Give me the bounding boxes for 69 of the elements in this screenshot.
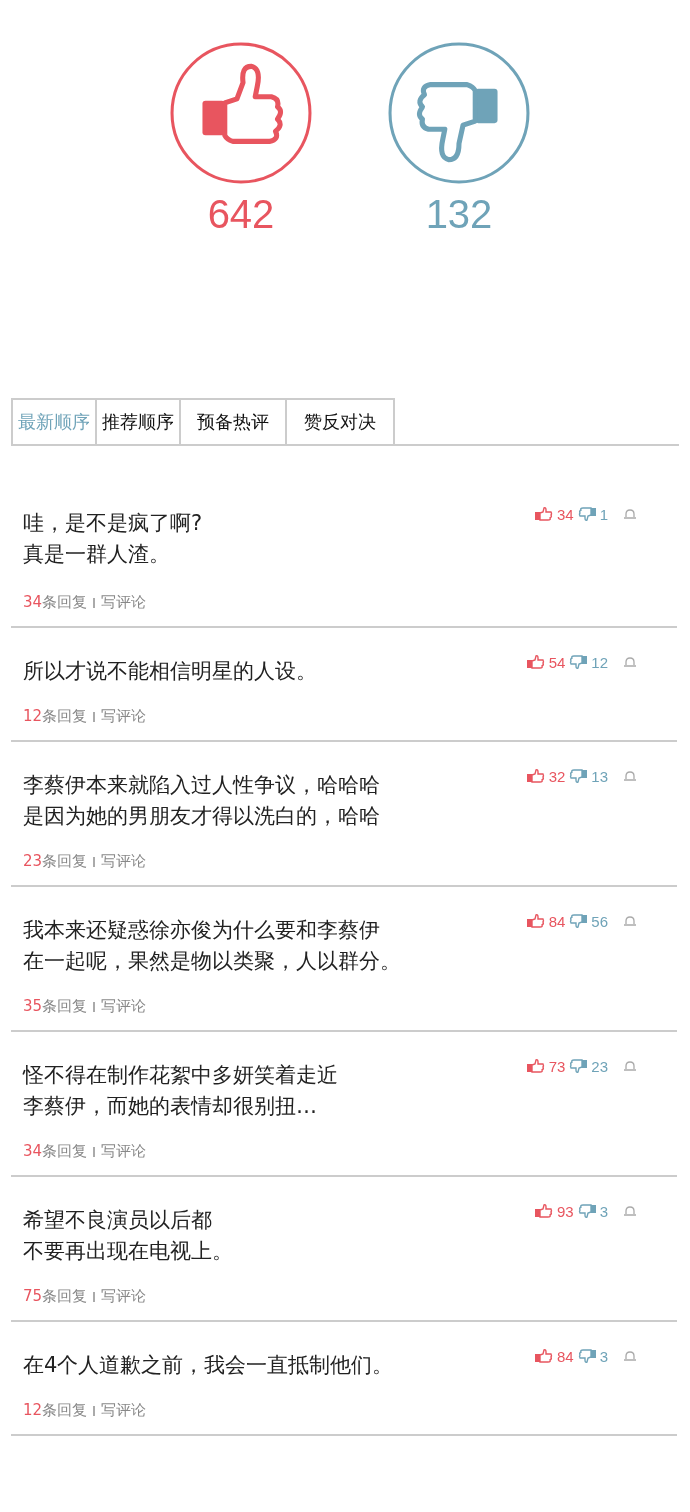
comment-line: 真是一群人渣。 [23,541,170,568]
thumbs-down-icon[interactable] [568,768,589,784]
dislike-count: 3 [599,1347,608,1365]
dislike-count: 1 [599,505,608,523]
write-comment-link[interactable]: 写评论 [101,593,147,612]
write-comment-link[interactable]: 写评论 [101,1401,147,1420]
thumbs-up-icon[interactable] [533,506,554,522]
comment-line: 在一起呢，果然是物以类聚，人以群分。 [23,948,401,975]
bell-icon[interactable] [623,771,637,781]
dislike-count: 56 [591,912,608,930]
sort-tab[interactable]: 最新顺序 [11,398,97,444]
reply-count[interactable]: 34条回复 [23,1142,88,1161]
comment-line: 哇，是不是疯了啊? [23,510,203,537]
dislike-count: 3 [599,1202,608,1220]
comment-line: 是因为她的男朋友才得以洗白的，哈哈 [23,803,380,830]
dislike-count: 132 [425,192,493,237]
like-count: 93 [556,1202,574,1220]
like-count: 84 [548,912,566,930]
comment-line: 李蔡伊本来就陷入过人性争议，哈哈哈 [23,772,380,799]
write-comment-link[interactable]: 写评论 [101,1142,147,1161]
comment-line: 怪不得在制作花絮中多妍笑着走近 [23,1062,338,1089]
thumbs-down-icon[interactable] [568,654,589,670]
bell-icon[interactable] [623,916,637,926]
reply-count[interactable]: 23条回复 [23,852,88,871]
sort-tab[interactable]: 赞反对决 [287,398,395,444]
bell-icon[interactable] [623,1206,637,1216]
sort-tab[interactable]: 预备热评 [181,398,287,444]
write-comment-link[interactable]: 写评论 [101,997,147,1016]
thumbs-down-icon[interactable] [568,913,589,929]
thumbs-up-icon[interactable] [533,1203,554,1219]
write-comment-link[interactable]: 写评论 [101,707,147,726]
comment-line: 不要再出现在电视上。 [23,1238,233,1265]
thumbs-up-icon[interactable] [525,654,546,670]
write-comment-link[interactable]: 写评论 [101,852,147,871]
reply-count[interactable]: 75条回复 [23,1287,88,1306]
like-count: 34 [556,505,574,523]
dislike-count: 12 [591,653,608,671]
bell-icon[interactable] [623,509,637,519]
like-count: 54 [548,653,566,671]
thumbs-up-icon[interactable] [525,913,546,929]
dislike-count: 13 [591,767,608,785]
thumbs-down-icon[interactable] [576,506,597,522]
bell-icon[interactable] [623,657,637,667]
reply-count[interactable]: 35条回复 [23,997,88,1016]
reply-count[interactable]: 12条回复 [23,707,88,726]
reply-count[interactable]: 12条回复 [23,1401,88,1420]
like-count: 642 [207,192,275,237]
thumbs-down-icon[interactable] [576,1348,597,1364]
comment-line: 希望不良演员以后都 [23,1207,212,1234]
bell-icon[interactable] [623,1061,637,1071]
thumbs-up-icon[interactable] [170,42,312,184]
write-comment-link[interactable]: 写评论 [101,1287,147,1306]
thumbs-up-icon[interactable] [525,768,546,784]
comment-line: 在4个人道歉之前，我会一直抵制他们。 [23,1352,394,1379]
thumbs-up-icon[interactable] [533,1348,554,1364]
like-count: 32 [548,767,566,785]
comment-line: 我本来还疑惑徐亦俊为什么要和李蔡伊 [23,917,380,944]
like-count: 84 [556,1347,574,1365]
bell-icon[interactable] [623,1351,637,1361]
dislike-count: 23 [591,1057,608,1075]
thumbs-down-icon[interactable] [576,1203,597,1219]
thumbs-up-icon[interactable] [525,1058,546,1074]
comment-line: 李蔡伊，而她的表情却很别扭… [23,1093,317,1120]
sort-tab[interactable]: 推荐顺序 [97,398,181,444]
thumbs-down-icon[interactable] [388,42,530,184]
reply-count[interactable]: 34条回复 [23,593,88,612]
thumbs-down-icon[interactable] [568,1058,589,1074]
like-count: 73 [548,1057,566,1075]
comment-line: 所以才说不能相信明星的人设。 [23,658,317,685]
